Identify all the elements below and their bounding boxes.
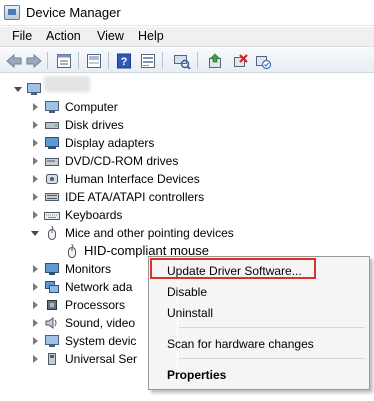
tree-item-label: Processors (65, 298, 126, 312)
display-adapter-icon (44, 136, 60, 150)
expand-arrow-icon[interactable] (33, 139, 38, 147)
dvd-drive-icon (44, 154, 60, 168)
expand-arrow-icon[interactable] (33, 175, 38, 183)
toolbar: ? (0, 48, 374, 73)
processor-icon (44, 298, 60, 312)
collapse-arrow-icon[interactable] (14, 87, 22, 92)
tree-item-label: Sound, video (65, 316, 136, 330)
tree-item-label: Computer (65, 100, 118, 114)
tree-item-label: IDE ATA/ATAPI controllers (65, 190, 205, 204)
scan-label: Scan for hardware changes (167, 337, 314, 351)
expand-arrow-icon[interactable] (33, 355, 38, 363)
toolbar-separator (162, 52, 163, 69)
menu-bar: File Action View Help (0, 27, 374, 47)
toolbar-separator (197, 52, 198, 69)
expand-arrow-icon[interactable] (33, 157, 38, 165)
tree-item-label: Universal Ser (65, 352, 138, 366)
expand-arrow-icon[interactable] (33, 193, 38, 201)
tree-item-label: Network ada (65, 280, 133, 294)
disk-drive-icon (44, 118, 60, 132)
system-device-icon (44, 334, 60, 348)
uninstall-icon[interactable] (230, 51, 249, 70)
tree-item-label: Disk drives (65, 118, 124, 132)
properties-menu-item[interactable]: Properties (151, 364, 367, 386)
expand-arrow-icon[interactable] (33, 319, 38, 327)
computer-root-icon (26, 82, 42, 96)
svg-text:?: ? (120, 56, 127, 68)
help-icon[interactable]: ? (114, 51, 133, 70)
menu-view[interactable]: View (95, 29, 126, 43)
tree-item-dvd-drives[interactable]: DVD/CD-ROM drives (0, 152, 374, 170)
expand-arrow-icon[interactable] (33, 211, 38, 219)
title-bar: Device Manager (0, 0, 374, 26)
uninstall-menu-item[interactable]: Uninstall (151, 302, 367, 324)
expand-arrow-icon[interactable] (33, 103, 38, 111)
update-driver-icon[interactable] (205, 51, 224, 70)
tree-item-computer[interactable]: Computer (0, 98, 374, 116)
tree-item-label: Human Interface Devices (65, 172, 200, 186)
computer-name-blurred (44, 76, 90, 92)
tree-item-label: System devic (65, 334, 137, 348)
update-driver-highlight-box (150, 258, 316, 279)
hid-icon (44, 172, 60, 186)
menu-separator (179, 358, 365, 359)
tree-item-ide[interactable]: IDE ATA/ATAPI controllers (0, 188, 374, 206)
expand-arrow-icon[interactable] (33, 337, 38, 345)
disable-label: Disable (167, 285, 208, 299)
toolbar-separator (78, 52, 79, 69)
collapse-arrow-icon[interactable] (31, 231, 39, 236)
computer-icon (44, 100, 60, 114)
disable-menu-item[interactable]: Disable (151, 281, 367, 303)
show-hide-icon[interactable] (84, 51, 103, 70)
mouse-icon (44, 225, 60, 240)
enable-icon[interactable] (253, 51, 272, 70)
tree-item-disk-drives[interactable]: Disk drives (0, 116, 374, 134)
scan-icon[interactable] (172, 51, 191, 70)
properties-label: Properties (167, 368, 227, 382)
uninstall-label: Uninstall (167, 306, 214, 320)
properties-icon[interactable] (54, 51, 73, 70)
usb-icon (44, 352, 60, 366)
expand-arrow-icon[interactable] (33, 265, 38, 273)
tree-item-label: Display adapters (65, 136, 155, 150)
window-title: Device Manager (26, 5, 121, 20)
sound-icon (44, 316, 60, 330)
devices-icon[interactable] (138, 51, 157, 70)
toolbar-separator (47, 52, 48, 69)
tree-item-display-adapters[interactable]: Display adapters (0, 134, 374, 152)
menu-file[interactable]: File (10, 29, 34, 43)
monitor-icon (44, 262, 60, 276)
tree-item-label: Keyboards (65, 208, 123, 222)
toolbar-separator (108, 52, 109, 69)
scan-hardware-menu-item[interactable]: Scan for hardware changes (151, 333, 367, 355)
tree-item-keyboards[interactable]: Keyboards (0, 206, 374, 224)
expand-arrow-icon[interactable] (33, 301, 38, 309)
expand-arrow-icon[interactable] (33, 283, 38, 291)
menu-action[interactable]: Action (44, 29, 83, 43)
tree-item-mice[interactable]: Mice and other pointing devices (0, 224, 374, 242)
back-arrow-icon[interactable] (4, 51, 23, 70)
keyboard-icon (44, 208, 60, 222)
tree-item-label: Mice and other pointing devices (65, 226, 234, 240)
menu-separator (179, 327, 365, 328)
expand-arrow-icon[interactable] (33, 121, 38, 129)
tree-item-hid[interactable]: Human Interface Devices (0, 170, 374, 188)
ide-controller-icon (44, 190, 60, 204)
mouse-icon (64, 243, 80, 258)
menu-help[interactable]: Help (136, 29, 166, 43)
network-adapter-icon (44, 280, 60, 294)
tree-item-label: Monitors (65, 262, 112, 276)
tree-item-label: DVD/CD-ROM drives (65, 154, 179, 168)
forward-arrow-icon[interactable] (24, 51, 43, 70)
device-manager-app-icon (4, 5, 20, 20)
tree-root-row[interactable] (0, 76, 374, 98)
